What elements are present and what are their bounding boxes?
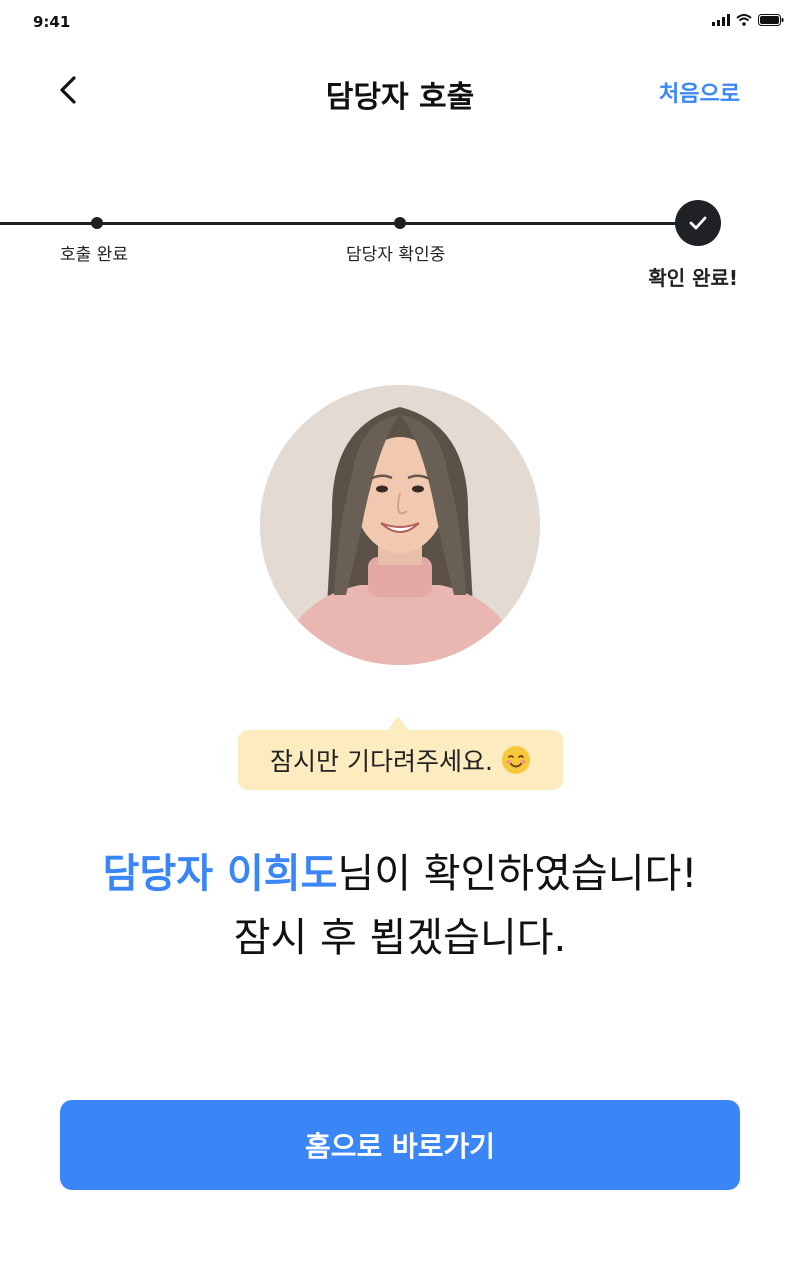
smiling-face-icon bbox=[501, 746, 530, 774]
progress-stepper: 호출 완료 담당자 확인중 확인 완료! bbox=[0, 200, 800, 300]
stepper-track bbox=[0, 222, 700, 225]
check-icon bbox=[689, 216, 707, 230]
confirmation-message: 담당자 이희도님이 확인하였습니다! 잠시 후 뵙겠습니다. bbox=[0, 842, 800, 970]
status-bar: 9:41 bbox=[0, 0, 800, 44]
signal-icon bbox=[712, 14, 730, 26]
message-line-1: 담당자 이희도님이 확인하였습니다! bbox=[0, 842, 800, 906]
wifi-icon bbox=[736, 14, 752, 26]
battery-icon bbox=[758, 14, 784, 26]
staff-name: 담당자 이희도 bbox=[102, 851, 338, 897]
status-icons bbox=[712, 14, 784, 26]
restart-link[interactable]: 처음으로 bbox=[659, 76, 740, 108]
go-home-button[interactable]: 홈으로 바로가기 bbox=[60, 1100, 740, 1190]
step-label-complete: 확인 완료! bbox=[648, 266, 738, 290]
step-dot-called bbox=[91, 217, 103, 229]
status-time: 9:41 bbox=[33, 13, 71, 31]
message-line-2: 잠시 후 뵙겠습니다. bbox=[233, 915, 567, 961]
step-complete-badge bbox=[675, 200, 721, 246]
step-dot-checking bbox=[394, 217, 406, 229]
header: 담당자 호출 처음으로 bbox=[0, 60, 800, 120]
staff-photo bbox=[260, 385, 540, 665]
tooltip-text: 잠시만 기다려주세요. bbox=[270, 747, 493, 776]
step-label-checking: 담당자 확인중 bbox=[346, 245, 446, 265]
step-label-called: 호출 완료 bbox=[60, 245, 128, 265]
staff-avatar bbox=[260, 385, 540, 665]
wait-tooltip: 잠시만 기다려주세요. bbox=[238, 716, 563, 790]
message-line-1-rest: 님이 확인하였습니다! bbox=[337, 851, 698, 897]
